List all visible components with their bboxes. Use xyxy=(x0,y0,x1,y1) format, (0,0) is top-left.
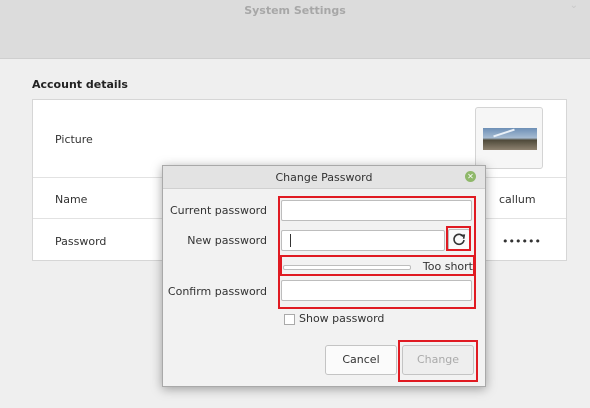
dialog-header: Change Password ✕ xyxy=(163,166,485,189)
cancel-button[interactable]: Cancel xyxy=(325,345,397,375)
password-label: Password xyxy=(55,235,107,248)
dialog-close-icon[interactable]: ✕ xyxy=(465,171,476,182)
account-picture-image xyxy=(483,128,537,150)
password-strength-bar xyxy=(283,265,411,270)
new-password-label: New password xyxy=(187,234,267,247)
change-password-dialog: Change Password ✕ Current password New p… xyxy=(162,165,486,387)
refresh-icon xyxy=(453,233,466,246)
picture-label: Picture xyxy=(55,133,93,146)
show-password-label[interactable]: Show password xyxy=(299,312,384,325)
show-password-checkbox[interactable] xyxy=(284,314,295,325)
picture-button[interactable] xyxy=(475,107,543,169)
generate-password-button[interactable] xyxy=(448,229,470,251)
change-button[interactable]: Change xyxy=(402,345,474,375)
confirm-password-field[interactable] xyxy=(281,280,472,301)
current-password-label: Current password xyxy=(169,204,267,217)
password-value[interactable]: •••••• xyxy=(502,235,541,248)
window-title: System Settings xyxy=(244,4,346,17)
text-cursor xyxy=(290,234,291,247)
account-details-heading: Account details xyxy=(32,78,128,91)
current-password-field[interactable] xyxy=(281,200,472,221)
name-value[interactable]: callum xyxy=(499,193,536,206)
dialog-title: Change Password xyxy=(275,171,373,184)
window-close-icon[interactable]: ⌄ xyxy=(570,0,578,11)
password-strength-text: Too short xyxy=(422,260,473,273)
name-label: Name xyxy=(55,193,88,206)
window-titlebar: System Settings ⌄ xyxy=(0,0,590,59)
new-password-field[interactable] xyxy=(281,230,445,251)
confirm-password-label: Confirm password xyxy=(167,285,267,298)
